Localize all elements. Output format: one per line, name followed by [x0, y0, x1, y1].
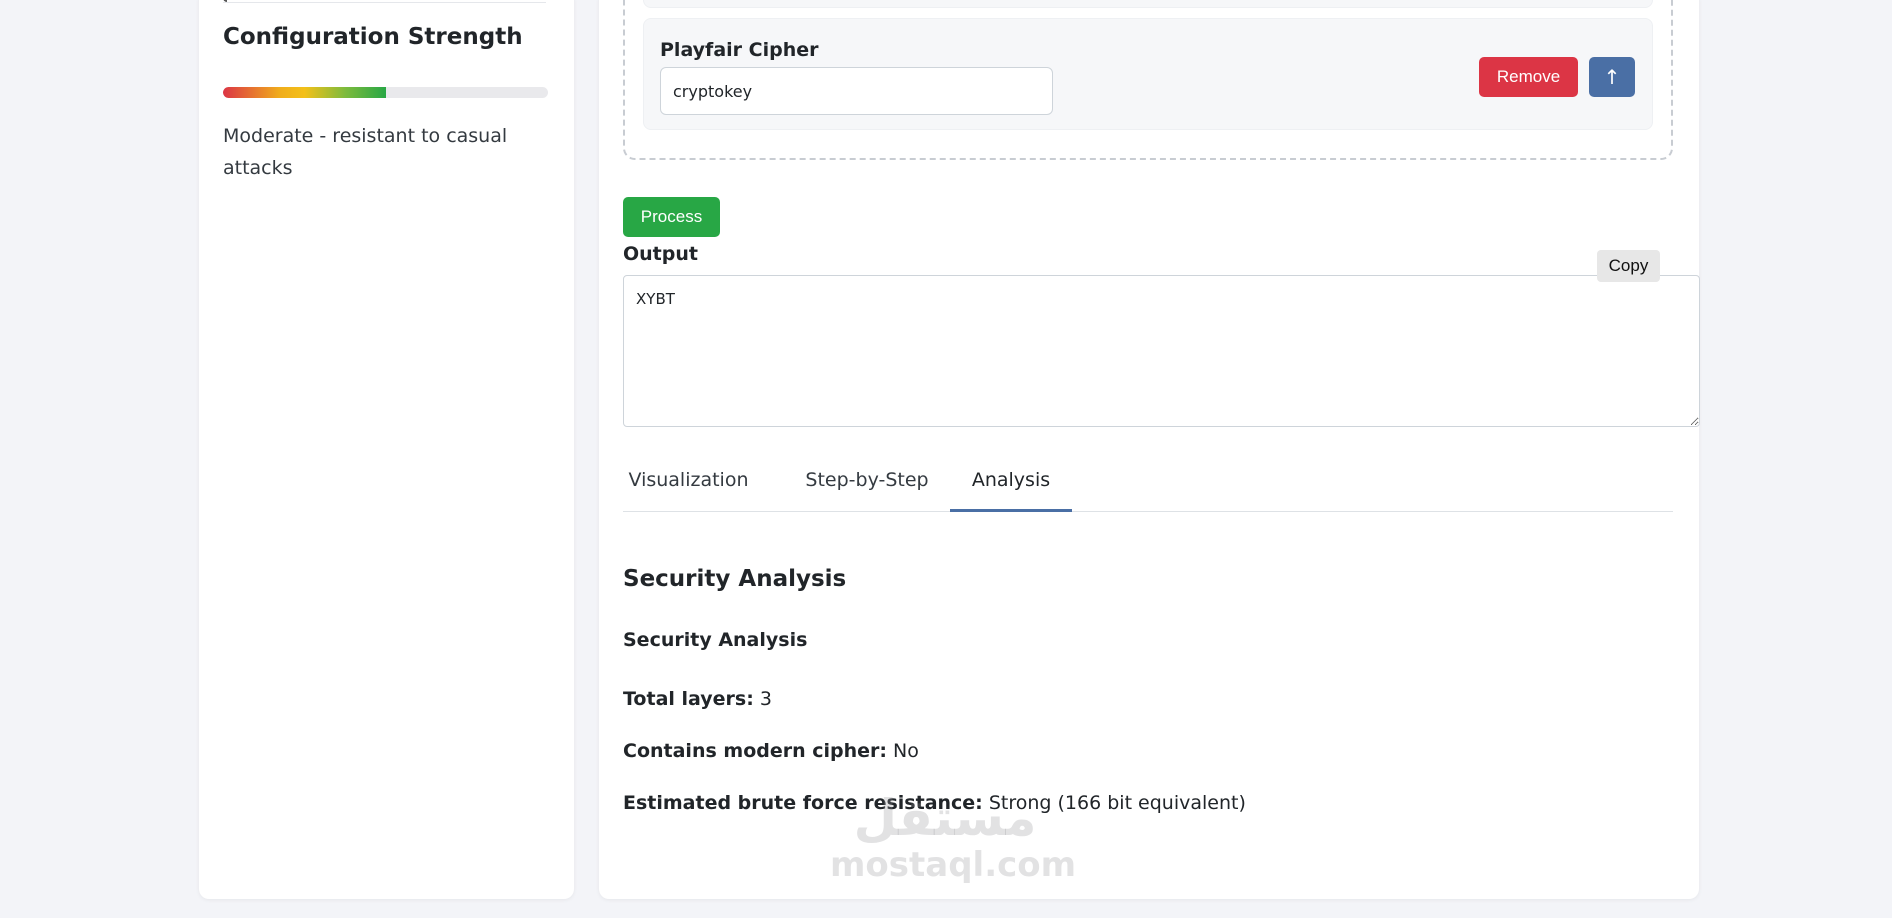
layer-name: Playfair Cipher — [660, 39, 819, 61]
corner-mark-icon — [223, 0, 227, 2]
tab-analysis[interactable]: Analysis — [950, 450, 1072, 512]
stat-modern-cipher: Contains modern cipher: No — [623, 740, 919, 762]
output-label: Output — [623, 243, 698, 265]
move-up-button[interactable]: ↑ — [1589, 57, 1635, 97]
strength-meter — [223, 87, 548, 98]
strength-description: Moderate - resistant to casual attacks — [223, 125, 508, 179]
previous-section-edge — [223, 0, 546, 3]
layer-key-input[interactable] — [660, 67, 1053, 115]
copy-button[interactable]: Copy — [1597, 250, 1660, 282]
tab-visualization[interactable]: Visualization — [623, 450, 754, 512]
watermark-arabic: مستقل — [853, 789, 1037, 847]
stat-value: No — [893, 740, 919, 762]
layer-card-previous — [643, 0, 1653, 8]
remove-layer-button[interactable]: Remove — [1479, 57, 1578, 97]
layer-card-playfair: Playfair Cipher Remove ↑ — [643, 18, 1653, 130]
sidebar-panel: Configuration Strength Moderate - resist… — [199, 0, 574, 899]
process-button[interactable]: Process — [623, 197, 720, 237]
strength-meter-fill — [223, 87, 386, 98]
configuration-strength-title: Configuration Strength — [223, 24, 523, 50]
stat-label: Contains modern cipher: — [623, 740, 887, 762]
analysis-title: Security Analysis — [623, 566, 847, 592]
mostaql-watermark: مستقل mostaql.com — [830, 789, 1077, 885]
main-panel: Playfair Cipher Remove ↑ Process Output … — [599, 0, 1700, 899]
output-textarea[interactable]: XYBT — [623, 275, 1700, 427]
analysis-subtitle: Security Analysis — [623, 629, 808, 651]
stat-total-layers: Total layers: 3 — [623, 688, 772, 710]
watermark-latin: mostaql.com — [830, 845, 1077, 885]
stat-label: Total layers: — [623, 688, 754, 710]
layers-dropzone[interactable]: Playfair Cipher Remove ↑ — [623, 0, 1673, 160]
tab-step-by-step[interactable]: Step-by-Step — [794, 450, 940, 512]
result-tabs: Visualization Step-by-Step Analysis — [623, 450, 1673, 512]
stat-value: 3 — [759, 688, 772, 710]
